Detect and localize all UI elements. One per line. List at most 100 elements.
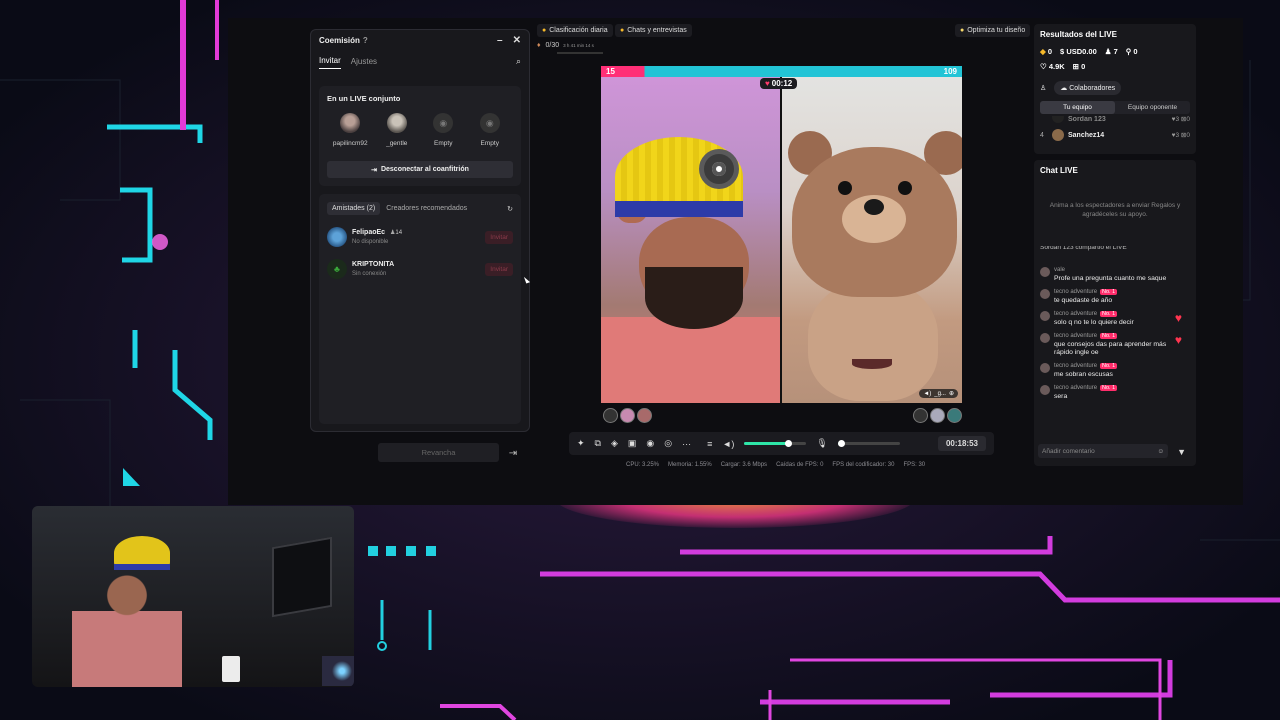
record-icon[interactable]: ◉ <box>646 438 654 449</box>
list-item: tecno adventure No. 1 solo q no te lo quie… <box>1040 311 1190 327</box>
battle-icon: ♥ <box>765 79 770 88</box>
table-row: 4 Sanchez14 ♥3 ⊠0 <box>1040 129 1190 141</box>
list-item: tecno adventure No. 1 me sobran escusas <box>1040 363 1190 379</box>
minion-hat <box>615 137 743 217</box>
layout-icon[interactable]: ⧉ <box>595 438 601 449</box>
disconnect-cohost-button[interactable]: ⇥ Desconectar al coanfitrión <box>327 161 513 178</box>
filter-icon[interactable]: ▼ <box>1177 447 1186 457</box>
cohost-tag[interactable]: ◄) _g... ⊕ <box>919 389 958 398</box>
dialog-header: Coemisión ? – ✕ <box>311 30 529 50</box>
gift-icon: ⊞ <box>1072 62 1079 71</box>
collaborators-button[interactable]: ☁ Colaboradores <box>1054 81 1122 95</box>
battle-score-bar: 15 109 <box>601 66 962 77</box>
avatar[interactable] <box>930 408 945 423</box>
viewers-stat: ♟ 7 <box>1104 47 1118 56</box>
avatar <box>386 113 407 133</box>
slot-1[interactable]: papilincm92 <box>328 113 372 147</box>
avatar[interactable] <box>637 408 652 423</box>
dialog-tabs: Invitar Ajustes ⌕ <box>311 50 529 72</box>
left-score: 15 <box>606 67 615 76</box>
live-duration: 00:18:53 <box>937 436 986 451</box>
tab-ajustes[interactable]: Ajustes <box>351 54 377 69</box>
friends-box: Amistades (2) Creadores recomendados ↻ F… <box>319 194 521 424</box>
effects-icon[interactable]: ✦ <box>577 438 585 449</box>
right-score: 109 <box>943 67 957 76</box>
avatar <box>1052 129 1064 141</box>
slot-3[interactable]: ◉ Empty <box>421 113 465 147</box>
section-title: En un LIVE conjunto <box>327 94 401 103</box>
avatar <box>340 113 361 133</box>
list-item: ♣ KRIPTONITA Sin conexión Invitar <box>327 259 513 279</box>
tab-recommended[interactable]: Creadores recomendados <box>386 205 467 212</box>
slot-2[interactable]: _gentle <box>375 113 419 147</box>
tab-your-team[interactable]: Tu equipo <box>1040 101 1115 114</box>
partial-chat-message: Sordan 123 compartió el LIVE <box>1040 246 1127 251</box>
tab-invitar[interactable]: Invitar <box>319 53 341 69</box>
emoji-icon[interactable]: ☺ <box>1157 448 1164 455</box>
people-icon: ♟ <box>1104 47 1112 56</box>
chats-interviews-pill[interactable]: ● Chats y entrevistas <box>615 24 692 37</box>
settings-sliders-icon[interactable]: ≡ <box>707 439 712 449</box>
list-item: vale Profe una pregunta cuanto me saque <box>1040 267 1190 283</box>
minion-hat <box>114 536 170 570</box>
right-host-video: ◄) _g... ⊕ <box>782 77 962 403</box>
search-icon[interactable]: ⌕ <box>516 56 521 67</box>
mic-icon[interactable]: 🎙 <box>816 438 827 449</box>
minimize-icon[interactable]: – <box>497 35 503 46</box>
coin-stat: ◆ 0 <box>1040 47 1053 56</box>
flame-icon: ♦ <box>537 42 541 49</box>
close-icon[interactable]: ✕ <box>513 35 521 46</box>
slot-4[interactable]: ◉ Empty <box>468 113 512 147</box>
dialog-title: Coemisión <box>319 35 360 45</box>
speaker-icon[interactable]: ◄) <box>722 439 734 449</box>
tab-friends[interactable]: Amistades (2) <box>327 202 381 215</box>
avatar <box>1040 267 1050 277</box>
usd-stat: $ USD0.00 <box>1060 47 1097 56</box>
add-icon: ⊕ <box>948 391 954 397</box>
share-icon: ⚲ <box>1125 47 1132 56</box>
invite-button[interactable]: Invitar <box>485 230 513 244</box>
avatar[interactable] <box>947 408 962 423</box>
performance-stats: CPU: 3.25% Memoria: 1.55% Cargar: 3.6 Mb… <box>626 462 926 468</box>
avatar[interactable] <box>913 408 928 423</box>
optimize-layout-button[interactable]: ● Optimiza tu diseño <box>955 24 1031 37</box>
team-tabs: Tu equipo Equipo oponente <box>1040 101 1190 114</box>
mic-slider[interactable] <box>837 440 900 447</box>
screen-icon[interactable]: ▣ <box>628 438 637 449</box>
avatar <box>1052 116 1064 123</box>
help-icon[interactable]: ? <box>363 36 368 45</box>
left-supporters <box>603 408 652 424</box>
heart-icon: ♥ <box>1174 311 1182 325</box>
heart-icon: ♡ <box>1040 62 1047 71</box>
cohost-dialog: Coemisión ? – ✕ Invitar Ajustes ⌕ En un … <box>310 29 530 432</box>
invite-button[interactable]: Invitar <box>485 262 513 276</box>
avatar <box>327 227 347 247</box>
exit-icon[interactable]: ⇥ <box>505 445 521 461</box>
person-icon: ◉ <box>479 113 500 133</box>
avatar[interactable] <box>620 408 635 423</box>
left-host-video <box>601 77 780 403</box>
shares-stat: ⚲ 0 <box>1125 47 1138 56</box>
more-icon[interactable]: ··· <box>682 439 691 449</box>
audio-effect-icon[interactable]: ◈ <box>611 438 618 449</box>
rematch-button[interactable]: Revancha <box>378 443 499 462</box>
battle-timer: ♥ 00:12 <box>760 78 798 89</box>
progress-track <box>557 52 603 54</box>
volume-slider[interactable] <box>744 440 807 447</box>
avatar[interactable] <box>603 408 618 423</box>
stream-control-bar: ✦ ⧉ ◈ ▣ ◉ ◎ ··· ≡ ◄) 🎙 00:18:53 <box>569 432 994 455</box>
camera-icon[interactable]: ◎ <box>664 438 672 449</box>
cloud-icon: ☁ <box>1060 85 1068 92</box>
live-video-preview: ◄) _g... ⊕ 15 109 ♥ 00:12 <box>601 66 962 403</box>
avatar <box>1040 289 1050 299</box>
avatar: ♣ <box>327 259 347 279</box>
refresh-icon[interactable]: ↻ <box>507 205 513 213</box>
gifts-stat: ⊞ 0 <box>1072 62 1086 71</box>
cohost-slots: papilincm92 _gentle ◉ Empty ◉ Empty <box>327 113 513 147</box>
person-add-icon[interactable]: ♙ <box>1040 84 1046 92</box>
comment-input[interactable]: Añadir comentario ☺ <box>1038 444 1168 458</box>
chat-title: Chat LIVE <box>1040 166 1078 175</box>
daily-ranking-pill[interactable]: ● Clasificación diaria <box>537 24 613 37</box>
tab-opponent-team[interactable]: Equipo oponente <box>1115 101 1190 114</box>
coin-icon: ◆ <box>1040 47 1046 56</box>
